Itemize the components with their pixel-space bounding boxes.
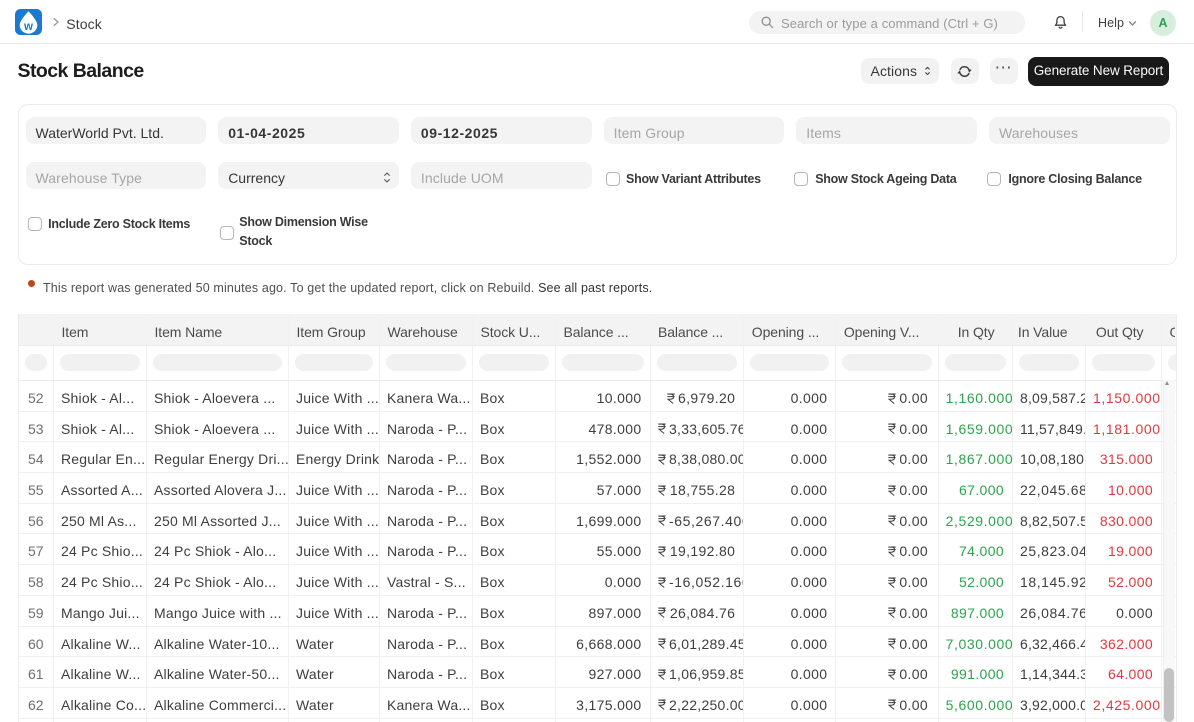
svg-text:w: w	[23, 21, 33, 33]
